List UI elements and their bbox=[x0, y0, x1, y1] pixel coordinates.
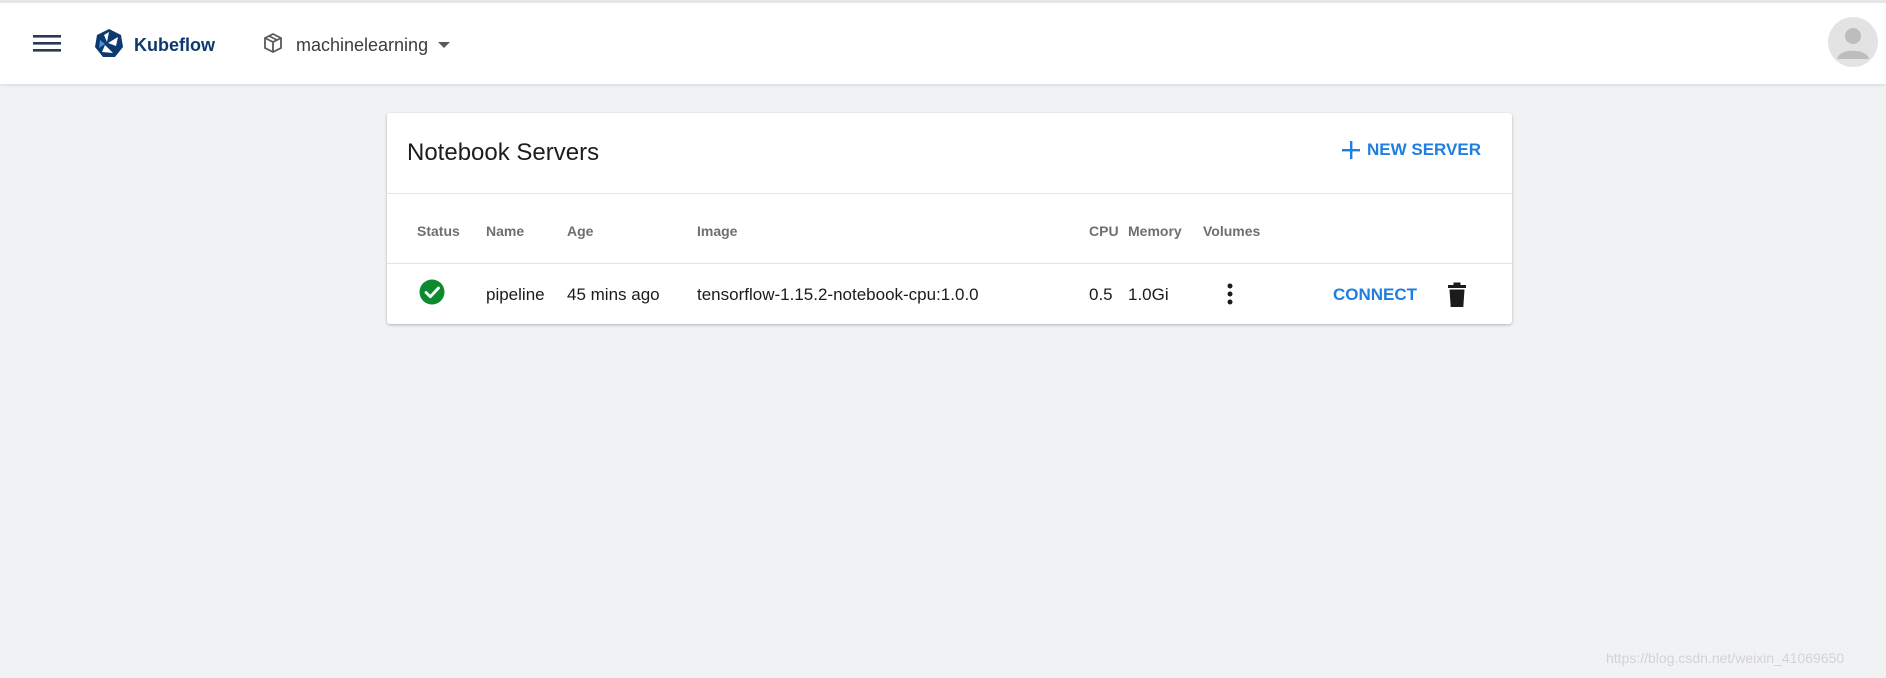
column-header-age: Age bbox=[567, 223, 594, 239]
server-name: pipeline bbox=[486, 285, 545, 304]
chevron-down-icon bbox=[438, 42, 451, 48]
column-header-name: Name bbox=[486, 223, 525, 239]
new-server-button[interactable]: NEW SERVER bbox=[1341, 140, 1481, 160]
column-header-cpu: CPU bbox=[1089, 223, 1119, 239]
account-circle-icon[interactable] bbox=[1828, 17, 1878, 67]
namespace-label: machinelearning bbox=[296, 34, 429, 55]
check-circle-icon bbox=[419, 279, 445, 305]
column-header-status: Status bbox=[417, 223, 460, 239]
kubeflow-logo-icon bbox=[94, 28, 124, 63]
column-header-volumes: Volumes bbox=[1203, 223, 1261, 239]
more-vertical-icon[interactable] bbox=[1218, 280, 1242, 308]
page-title: Notebook Servers bbox=[407, 139, 600, 166]
card-header: Notebook Servers NEW SERVER bbox=[387, 113, 1512, 194]
connect-button[interactable]: CONNECT bbox=[1333, 285, 1417, 305]
brand[interactable]: Kubeflow bbox=[94, 28, 215, 63]
table-row: pipeline 45 mins ago tensorflow-1.15.2-n… bbox=[387, 264, 1512, 324]
new-server-label: NEW SERVER bbox=[1367, 140, 1481, 159]
plus-icon bbox=[1341, 140, 1367, 160]
column-header-image: Image bbox=[697, 223, 738, 239]
hamburger-menu-icon[interactable] bbox=[30, 31, 64, 55]
package-icon bbox=[262, 32, 284, 59]
server-age: 45 mins ago bbox=[567, 285, 660, 304]
column-header-memory: Memory bbox=[1128, 223, 1182, 239]
server-cpu: 0.5 bbox=[1089, 285, 1113, 304]
notebook-servers-card: Notebook Servers NEW SERVER Status Name … bbox=[387, 113, 1512, 324]
server-memory: 1.0Gi bbox=[1128, 285, 1169, 304]
brand-name: Kubeflow bbox=[134, 34, 215, 55]
server-image: tensorflow-1.15.2-notebook-cpu:1.0.0 bbox=[697, 285, 979, 304]
top-app-bar: Kubeflow machinelearning bbox=[0, 0, 1886, 84]
table-header: Status Name Age Image CPU Memory Volumes bbox=[387, 193, 1512, 264]
trash-icon[interactable] bbox=[1445, 282, 1469, 308]
watermark: https://blog.csdn.net/weixin_41069650 bbox=[1606, 650, 1845, 666]
namespace-selector[interactable]: machinelearning bbox=[262, 29, 451, 61]
